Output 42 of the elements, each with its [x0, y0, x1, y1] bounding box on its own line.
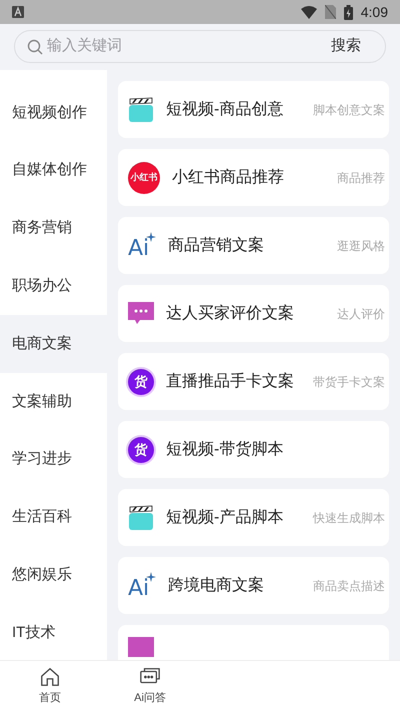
card-title: 达人买家评价文案 — [166, 303, 294, 324]
search-field[interactable]: 输入关键词 搜索 — [14, 30, 386, 63]
goods-badge-icon: 货 — [128, 368, 154, 394]
search-button[interactable]: 搜索 — [331, 35, 361, 58]
clapper-icon — [128, 96, 154, 122]
feature-card[interactable]: Ai 商品营销文案 逛逛风格 — [118, 217, 389, 274]
card-tag: 脚本创意文案 — [313, 100, 385, 118]
card-icon — [128, 637, 154, 657]
card-title: 直播推品手卡文案 — [166, 371, 294, 392]
card-tag: 逛逛风格 — [337, 236, 385, 254]
card-title: 短视频-产品脚本 — [166, 508, 284, 528]
card-title: 短视频-带货脚本 — [166, 440, 284, 460]
wifi-icon — [300, 6, 317, 18]
card-title: 跨境电商文案 — [168, 575, 264, 596]
chat-bubble-icon — [128, 302, 154, 326]
card-tag: 商品推荐 — [337, 168, 385, 186]
feature-card[interactable]: 小红书 小红书商品推荐 商品推荐 — [118, 149, 389, 206]
search-icon — [27, 38, 43, 54]
feature-card[interactable]: 短视频-产品脚本 快速生成脚本 — [118, 489, 389, 546]
category-item[interactable]: 电商文案 — [0, 315, 107, 373]
card-title: 商品营销文案 — [168, 235, 264, 256]
card-tag: 达人评价 — [337, 304, 385, 322]
feature-card[interactable]: 货 直播推品手卡文案 带货手卡文案 — [118, 353, 389, 410]
feature-card[interactable]: 短视频-商品创意 脚本创意文案 — [118, 81, 389, 138]
notification-icon — [12, 6, 24, 18]
battery-icon — [344, 4, 353, 20]
card-tag: 带货手卡文案 — [313, 372, 385, 390]
clapper-icon — [128, 504, 154, 530]
card-tag: 商品卖点描述 — [313, 576, 385, 594]
card-tag: 快速生成脚本 — [313, 508, 385, 526]
status-time: 4:09 — [360, 2, 388, 22]
goods-badge-icon: 货 — [128, 436, 154, 462]
nav-tab[interactable]: Ai问答 — [100, 661, 200, 712]
feature-card[interactable]: 达人买家评价文案 达人评价 — [118, 285, 389, 342]
no-sim-icon — [324, 5, 336, 19]
home-icon — [39, 666, 61, 688]
logo-icon: 小红书 — [128, 162, 160, 194]
card-title: 短视频-商品创意 — [166, 100, 284, 120]
card-title: 小红书商品推荐 — [172, 168, 284, 188]
nav-tab[interactable]: 首页 — [0, 661, 100, 712]
feature-card[interactable]: 货 短视频-带货脚本 — [118, 421, 389, 478]
feature-card[interactable]: Ai 跨境电商文案 商品卖点描述 — [118, 557, 389, 614]
